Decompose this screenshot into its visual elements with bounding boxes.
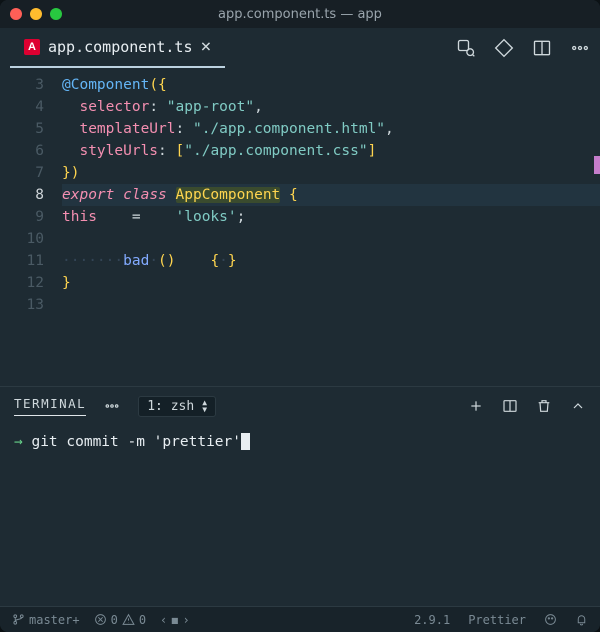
prettier-version[interactable]: 2.9.1 bbox=[414, 613, 450, 627]
nav-prev[interactable]: ‹ bbox=[160, 613, 167, 627]
split-editor-icon[interactable] bbox=[532, 38, 552, 58]
zoom-window-button[interactable] bbox=[50, 8, 62, 20]
editor-actions bbox=[456, 38, 590, 58]
line-number: 6 bbox=[0, 140, 62, 162]
panel-header: TERMINAL 1: zsh ▲▼ bbox=[0, 387, 600, 425]
find-replace-icon[interactable] bbox=[456, 38, 476, 58]
editor-tabs-bar: A app.component.ts × bbox=[0, 28, 600, 68]
terminal-selector[interactable]: 1: zsh ▲▼ bbox=[138, 396, 216, 417]
code-line[interactable]: templateUrl: "./app.component.html", bbox=[62, 118, 600, 140]
line-number: 10 bbox=[0, 228, 62, 250]
line-number: 3 bbox=[0, 74, 62, 96]
code-line[interactable]: this = 'looks'; bbox=[62, 206, 600, 228]
code-line[interactable]: ·······bad·() {·} bbox=[62, 250, 600, 272]
code-line[interactable]: } bbox=[62, 272, 600, 294]
code-line[interactable] bbox=[62, 294, 600, 316]
code-area[interactable]: @Component({ selector: "app-root", templ… bbox=[62, 74, 600, 386]
warning-icon bbox=[122, 613, 135, 626]
close-window-button[interactable] bbox=[10, 8, 22, 20]
more-actions-icon[interactable] bbox=[570, 38, 590, 58]
status-bar: master+ 0 0 ‹ ◼ › 2.9.1 Prettier bbox=[0, 606, 600, 632]
angular-icon: A bbox=[24, 39, 40, 55]
code-line[interactable] bbox=[62, 228, 600, 250]
line-number: 9 bbox=[0, 206, 62, 228]
terminal-view[interactable]: → git commit -m 'prettier' bbox=[0, 425, 600, 606]
nav-controls[interactable]: ‹ ◼ › bbox=[160, 613, 190, 627]
error-icon bbox=[94, 613, 107, 626]
code-line[interactable]: export class AppComponent { bbox=[62, 184, 600, 206]
git-branch-widget[interactable]: master+ bbox=[12, 613, 80, 627]
tab-filename: app.component.ts bbox=[48, 38, 193, 56]
terminal-selector-value: 1: zsh bbox=[147, 399, 194, 414]
stepper-icon: ▲▼ bbox=[202, 399, 207, 413]
warning-count: 0 bbox=[139, 613, 146, 627]
line-number: 8 bbox=[0, 184, 62, 206]
tab-app-component[interactable]: A app.component.ts × bbox=[10, 28, 225, 68]
terminal-panel: TERMINAL 1: zsh ▲▼ → git commit -m 'pret… bbox=[0, 386, 600, 606]
prettier-status[interactable]: Prettier bbox=[468, 613, 526, 627]
status-left: master+ 0 0 ‹ ◼ › bbox=[12, 613, 190, 627]
branch-icon bbox=[12, 613, 25, 626]
code-line[interactable]: @Component({ bbox=[62, 74, 600, 96]
line-number: 12 bbox=[0, 272, 62, 294]
tab-close-icon[interactable]: × bbox=[201, 38, 212, 56]
line-number: 5 bbox=[0, 118, 62, 140]
line-number: 13 bbox=[0, 294, 62, 316]
feedback-icon[interactable] bbox=[544, 613, 557, 626]
line-number: 4 bbox=[0, 96, 62, 118]
notifications-icon[interactable] bbox=[575, 613, 588, 626]
error-count: 0 bbox=[111, 613, 118, 627]
line-number: 7 bbox=[0, 162, 62, 184]
line-number: 11 bbox=[0, 250, 62, 272]
panel-tab-terminal[interactable]: TERMINAL bbox=[14, 396, 86, 416]
source-control-icon[interactable] bbox=[494, 38, 514, 58]
split-terminal-icon[interactable] bbox=[502, 398, 518, 414]
terminal-command: git commit -m 'prettier' bbox=[31, 434, 241, 450]
line-number-gutter: 345678910111213 bbox=[0, 74, 62, 386]
new-terminal-icon[interactable] bbox=[468, 398, 484, 414]
tabs-left: A app.component.ts × bbox=[10, 28, 225, 68]
window-title: app.component.ts — app bbox=[0, 7, 600, 22]
nav-next[interactable]: › bbox=[183, 613, 190, 627]
code-line[interactable]: styleUrls: ["./app.component.css"] bbox=[62, 140, 600, 162]
minimize-window-button[interactable] bbox=[30, 8, 42, 20]
branch-name: master+ bbox=[29, 613, 80, 627]
nav-stop[interactable]: ◼ bbox=[171, 613, 178, 627]
code-line[interactable]: selector: "app-root", bbox=[62, 96, 600, 118]
macos-titlebar[interactable]: app.component.ts — app bbox=[0, 0, 600, 28]
kill-terminal-icon[interactable] bbox=[536, 398, 552, 414]
code-line[interactable]: }) bbox=[62, 162, 600, 184]
overview-ruler-mark bbox=[594, 156, 600, 174]
panel-maximize-icon[interactable] bbox=[570, 398, 586, 414]
problems-widget[interactable]: 0 0 bbox=[94, 613, 146, 627]
shell-prompt-arrow: → bbox=[14, 434, 23, 450]
status-right: 2.9.1 Prettier bbox=[414, 613, 588, 627]
code-editor[interactable]: 345678910111213 @Component({ selector: "… bbox=[0, 68, 600, 386]
vscode-window: app.component.ts — app A app.component.t… bbox=[0, 0, 600, 632]
traffic-lights bbox=[10, 8, 62, 20]
terminal-cursor bbox=[241, 433, 250, 450]
panel-more-icon[interactable] bbox=[104, 398, 120, 414]
